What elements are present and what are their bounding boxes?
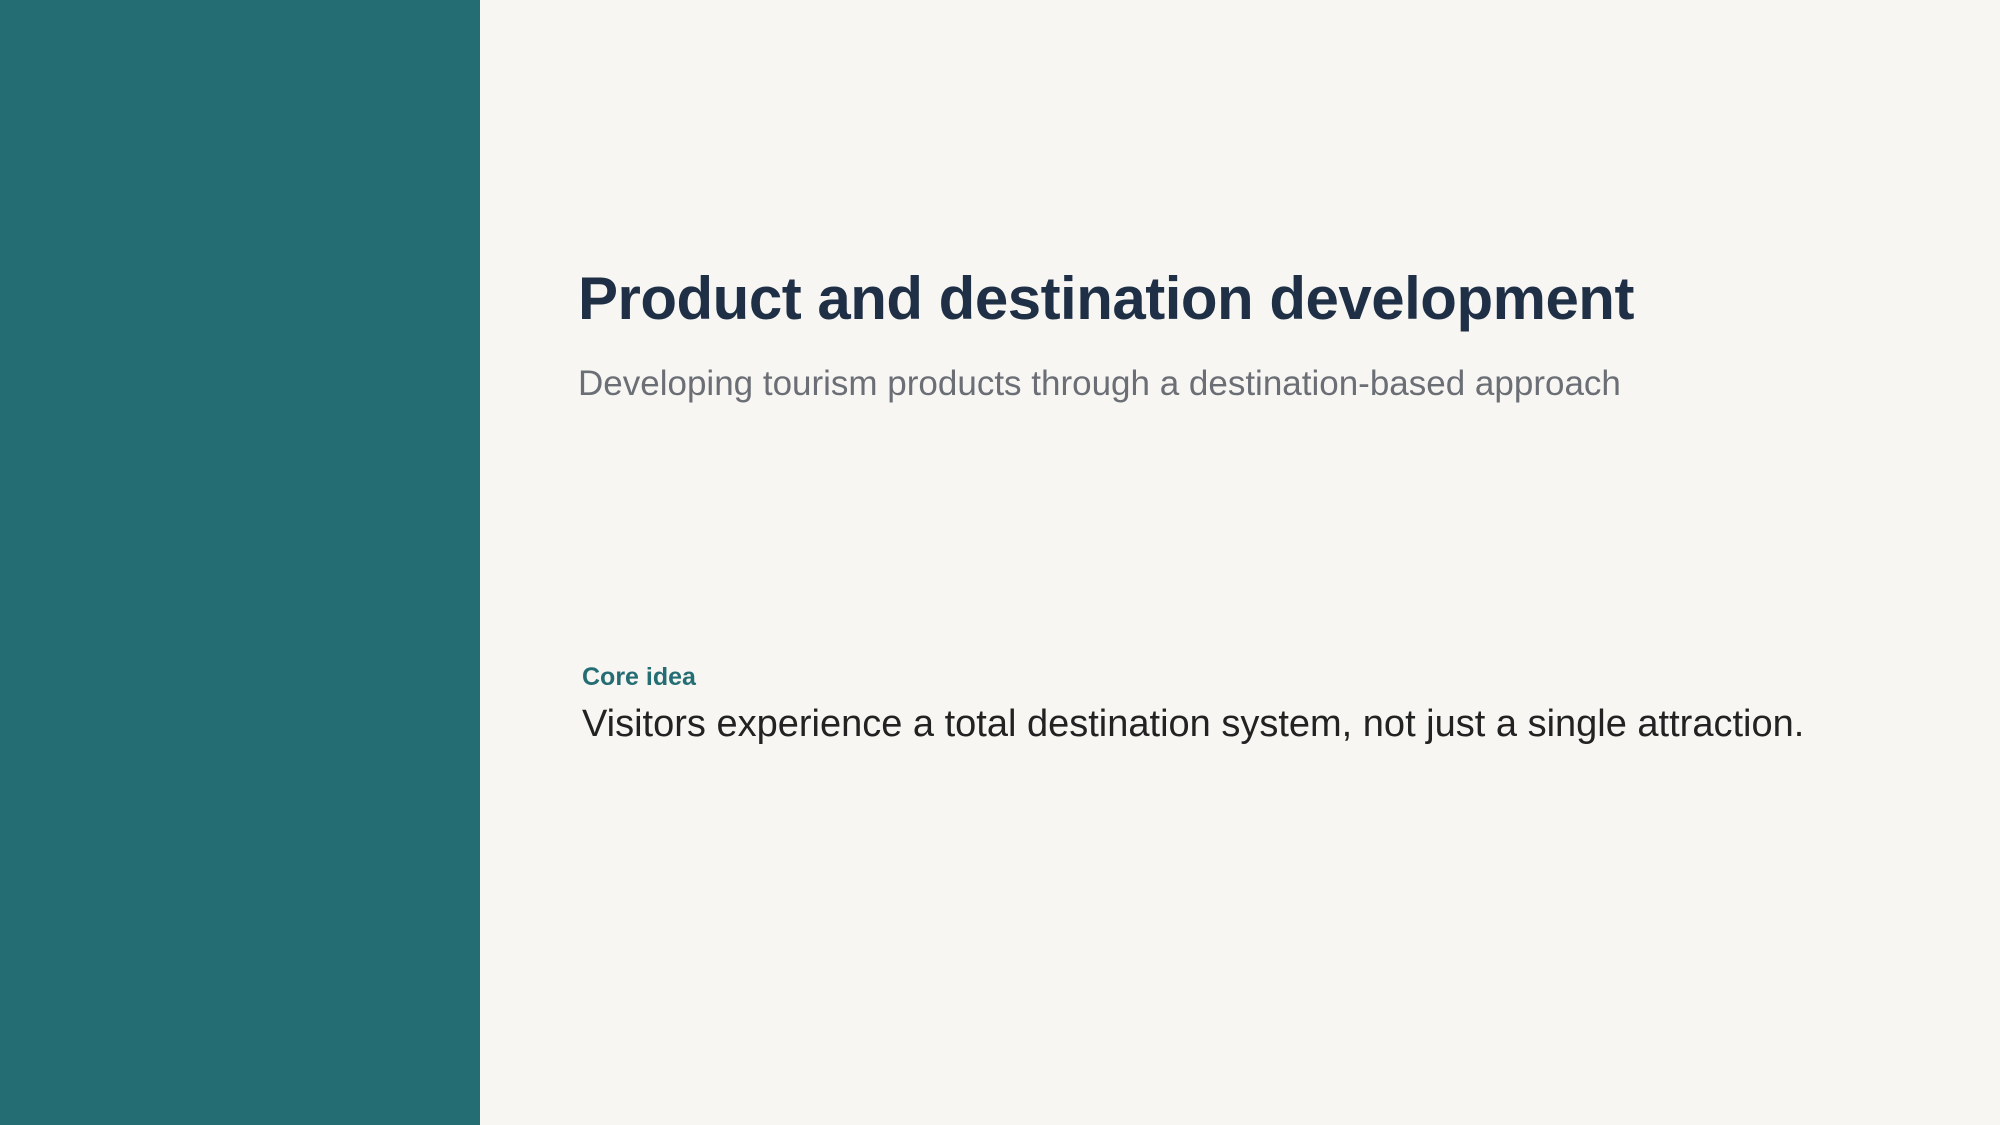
slide-content: Product and destination development Deve… <box>578 0 1958 1125</box>
core-idea-text: Visitors experience a total destination … <box>582 703 1805 745</box>
side-color-panel <box>0 0 480 1125</box>
core-idea-label: Core idea <box>582 663 696 691</box>
slide-title: Product and destination development <box>578 265 1634 332</box>
slide: Product and destination development Deve… <box>0 0 2000 1125</box>
slide-subtitle: Developing tourism products through a de… <box>578 364 1621 403</box>
